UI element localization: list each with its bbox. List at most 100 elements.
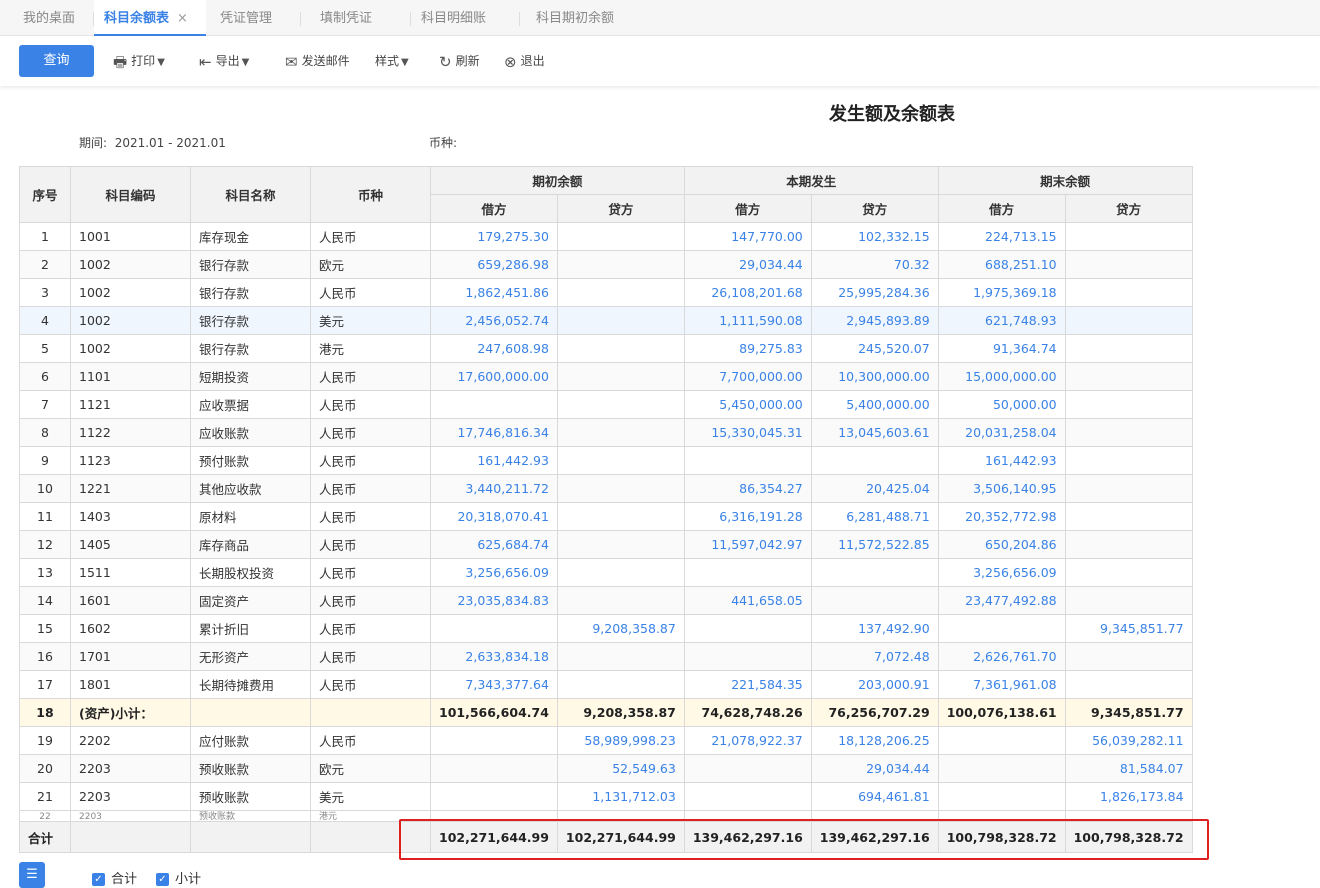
tab-subject-ledger[interactable]: 科目明细账 [421,0,486,36]
cell-closing-credit [1064,530,1193,559]
cell-closing-debit [937,782,1066,811]
cell-closing-credit [1064,334,1193,363]
cell-empty [190,821,311,853]
table-row[interactable]: 13 1511 长期股权投资 人民币 3,256,656.09 3,256,656.09 [19,558,1193,587]
table-row[interactable]: 20 2203 预收账款 欧元 52,549.63 29,034.44 81,584.07 [19,754,1193,783]
tab-label: 科目余额表 [104,11,170,26]
cell-opening-debit [430,390,558,419]
table-body: 1 1001 库存现金 人民币 179,275.30 147,770.00 102,332.… [19,222,1193,811]
cell-opening-debit: 247,608.98 [430,334,558,363]
table-row[interactable]: 14 1601 固定资产 人民币 23,035,834.83 441,658.05 23,4… [19,586,1193,615]
cell-current-debit [683,754,812,783]
table-row[interactable]: 5 1002 银行存款 港元 247,608.98 89,275.83 245,520.07… [19,334,1193,363]
cell-name: 无形资产 [190,642,311,671]
cell-code: 2202 [70,726,191,755]
cell-currency: 人民币 [310,278,431,307]
cell-closing-debit [937,614,1066,643]
tab-desktop[interactable]: 我的桌面 [23,0,75,36]
cell-closing-debit: 20,031,258.04 [937,418,1066,447]
exit-button[interactable]: ⊗ 退出 [504,52,545,71]
tab-fill-voucher[interactable]: 填制凭证 [320,0,372,36]
tab-subject-balance[interactable]: 科目余额表 × [94,0,206,36]
cell-seq: 22 [19,810,71,822]
cell-opening-credit: 9,208,358.87 [556,614,685,643]
table-row[interactable]: 17 1801 长期待摊费用 人民币 7,343,377.64 221,584.35 203… [19,670,1193,699]
table-row[interactable]: 21 2203 预收账款 美元 1,131,712.03 694,461.81 1,826,… [19,782,1193,811]
subtotal-row[interactable]: 18 (资产)小计： 101,566,604.74 9,208,358.87 74,62… [19,698,1193,727]
table-row[interactable]: 11 1403 原材料 人民币 20,318,070.41 6,316,191.28 6,2… [19,502,1193,531]
cell-currency: 人民币 [310,558,431,587]
cell-seq: 16 [19,642,71,671]
table-row[interactable]: 9 1123 预付账款 人民币 161,442.93 161,442.93 [19,446,1193,475]
header-current-credit: 贷方 [810,194,939,223]
cell-currency: 人民币 [310,362,431,391]
table-row[interactable]: 3 1002 银行存款 人民币 1,862,451.86 26,108,201.68 25,… [19,278,1193,307]
cell-closing-debit: 161,442.93 [937,446,1066,475]
refresh-button[interactable]: ↻ 刷新 [439,52,480,71]
table-row[interactable]: 12 1405 库存商品 人民币 625,684.74 11,597,042.97 11,5… [19,530,1193,559]
table-row[interactable]: 10 1221 其他应收款 人民币 3,440,211.72 86,354.27 20,42… [19,474,1193,503]
cell-currency: 人民币 [310,614,431,643]
cell-closing-credit [1064,306,1193,335]
cell-code: 1121 [70,390,191,419]
cell-currency: 人民币 [310,530,431,559]
cell-name: 银行存款 [190,250,311,279]
header-opening-credit: 贷方 [556,194,685,223]
table-row[interactable]: 19 2202 应付账款 人民币 58,989,998.23 21,078,922.37 1… [19,726,1193,755]
cell-opening-debit: 3,440,211.72 [430,474,558,503]
cell-closing-credit: 9,345,851.77 [1064,698,1193,727]
cell-current-debit: 74,628,748.26 [683,698,812,727]
table-row[interactable]: 7 1121 应收票据 人民币 5,450,000.00 5,400,000.00 50,0… [19,390,1193,419]
close-icon[interactable]: × [177,11,188,26]
cell-opening-debit: 1,862,451.86 [430,278,558,307]
cell-current-debit: 7,700,000.00 [683,362,812,391]
cell-opening-debit [430,726,558,755]
send-email-button[interactable]: ✉ 发送邮件 [285,52,350,71]
export-icon: ⇤ [199,52,212,71]
cell-opening-credit [556,530,685,559]
tab-opening-balance[interactable]: 科目期初余额 [536,0,614,36]
table-row[interactable]: 8 1122 应收账款 人民币 17,746,816.34 15,330,045.31 13… [19,418,1193,447]
cell-closing-credit [1064,278,1193,307]
tab-voucher-management[interactable]: 凭证管理 [220,0,272,36]
column-settings-icon[interactable]: ☰ [19,862,45,888]
cell-current-credit [810,558,939,587]
table-row[interactable]: 15 1602 累计折旧 人民币 9,208,358.87 137,492.90 9,345… [19,614,1193,643]
cell-current-credit: 7,072.48 [810,642,939,671]
cell-name: 长期股权投资 [190,558,311,587]
cell-closing-debit: 50,000.00 [937,390,1066,419]
print-button[interactable]: 🖶 打印 ▼ [113,52,165,71]
cell-currency: 人民币 [310,222,431,251]
cell-opening-credit [556,334,685,363]
cell-opening-credit [556,222,685,251]
cell-code: 1701 [70,642,191,671]
cell-currency: 美元 [310,306,431,335]
style-button[interactable]: 样式 ▼ [375,52,409,70]
table-row[interactable]: 4 1002 银行存款 美元 2,456,052.74 1,111,590.08 2,945… [19,306,1193,335]
cell-current-debit: 221,584.35 [683,670,812,699]
table-row[interactable]: 16 1701 无形资产 人民币 2,633,834.18 7,072.48 2,626,7… [19,642,1193,671]
cell-current-debit: 21,078,922.37 [683,726,812,755]
cell-seq: 18 [19,698,71,727]
cell-name: 预收账款 [190,810,311,822]
header-opening: 期初余额 [430,166,685,195]
query-button[interactable]: 查询 [19,45,94,77]
cell-seq: 21 [19,782,71,811]
table-row[interactable]: 6 1101 短期投资 人民币 17,600,000.00 7,700,000.00 10,… [19,362,1193,391]
cell-current-credit: 25,995,284.36 [810,278,939,307]
table-row[interactable]: 2 1002 银行存款 欧元 659,286.98 29,034.44 70.32 688,2… [19,250,1193,279]
cell-currency: 港元 [310,334,431,363]
cell-name: 应收账款 [190,418,311,447]
cell-closing-credit [1064,362,1193,391]
cell-closing-credit [1064,474,1193,503]
cell-opening-credit [556,250,685,279]
cell-current-credit: 5,400,000.00 [810,390,939,419]
sum-checkbox[interactable]: ✓ 合计 [92,868,137,887]
currency-label: 币种: [429,136,458,150]
cell-current-credit [810,586,939,615]
cell-code: (资产)小计： [70,698,191,727]
subtotal-checkbox[interactable]: ✓ 小计 [156,868,201,887]
cell-name: 预收账款 [190,754,311,783]
export-button[interactable]: ⇤ 导出 ▼ [199,52,249,71]
table-row[interactable]: 1 1001 库存现金 人民币 179,275.30 147,770.00 102,332.… [19,222,1193,251]
